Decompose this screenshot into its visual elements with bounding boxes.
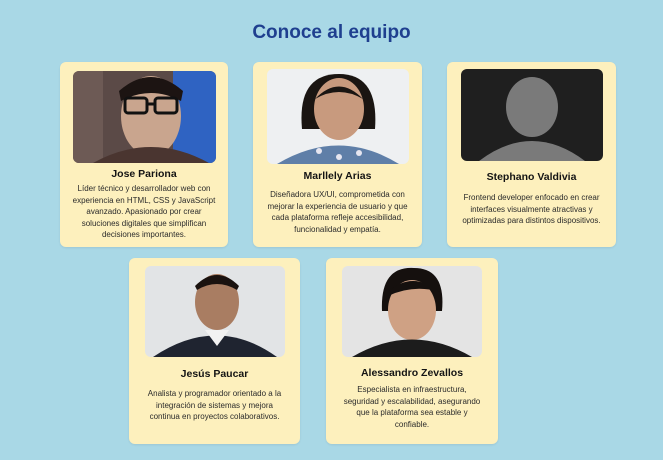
member-photo (342, 266, 482, 357)
member-name: Stephano Valdivia (486, 171, 577, 183)
member-name: Jesús Paucar (180, 368, 249, 380)
section-title: Conoce al equipo (252, 22, 411, 43)
member-photo-placeholder (461, 69, 603, 161)
member-photo (145, 266, 285, 357)
team-card-alessandro: Alessandro Zevallos Especialista en infr… (326, 258, 498, 444)
member-name: Marllely Arias (303, 170, 372, 182)
member-description: Frontend developer enfocado en crear int… (462, 193, 601, 226)
member-name: Jose Pariona (111, 168, 177, 180)
team-card-marllely: Marllely Arias Diseñadora UX/UI, comprom… (253, 62, 422, 247)
member-photo (73, 71, 216, 163)
member-name: Alessandro Zevallos (360, 367, 464, 379)
member-description: Líder técnico y desarrollador web con ex… (72, 184, 216, 240)
member-description: Diseñadora UX/UI, comprometida con mejor… (267, 190, 408, 234)
team-card-stephano: Stephano Valdivia Frontend developer enf… (447, 62, 616, 247)
team-card-jose: Jose Pariona Líder técnico y desarrollad… (60, 62, 228, 247)
member-photo (267, 69, 409, 164)
member-description: Analista y programador orientado a la in… (147, 389, 282, 422)
team-card-jesus: Jesús Paucar Analista y programador orie… (129, 258, 300, 444)
member-description: Especialista en infraestructura, segurid… (343, 385, 481, 429)
